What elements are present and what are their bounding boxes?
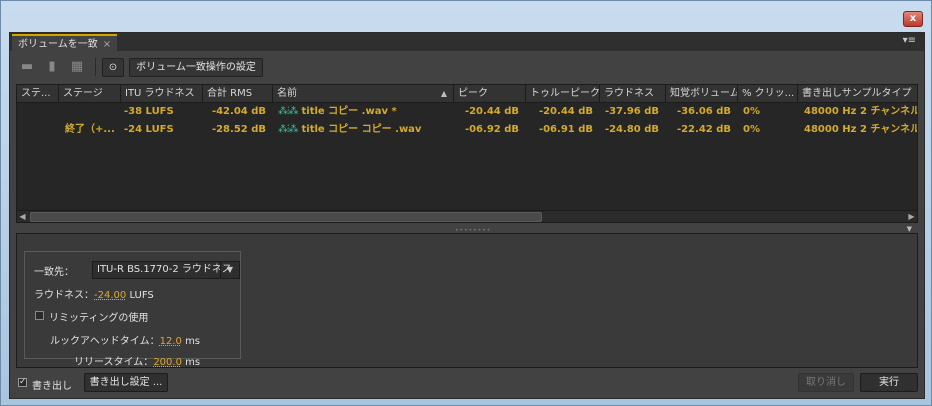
loudness-scan-icon[interactable]: ⊙ [102, 58, 124, 77]
application-window: x ボリュームを一致 × ▾≡ ▬ ▮ ▦ ⊙ ボリューム一致操作の設定 ステ..… [0, 0, 932, 406]
cell-true-peak: -20.44 dB [538, 106, 593, 117]
release-unit: ms [185, 357, 201, 368]
table-header: ステ... ステージ ITU ラウドネス 合計 RMS 名前 ▲ ピーク トゥル… [17, 85, 917, 103]
match-settings-button[interactable]: ボリューム一致操作の設定 [129, 58, 263, 77]
cell-perceived: -22.42 dB [676, 124, 731, 135]
col-stage[interactable]: ステージ [58, 85, 120, 102]
window-close-button[interactable]: x [903, 11, 923, 27]
cell-loudness: -37.96 dB [604, 106, 659, 117]
lookahead-unit: ms [185, 336, 201, 347]
col-loudness[interactable]: ラウドネス [599, 85, 665, 102]
cell-stage: 終了（+... [65, 124, 115, 135]
cancel-button[interactable]: 取り消し [798, 373, 854, 392]
lookahead-value-scrubber[interactable]: 12.0 [160, 336, 182, 347]
cell-perceived: -36.06 dB [676, 106, 731, 117]
horizontal-scrollbar[interactable]: ◀ ▶ [17, 210, 917, 222]
tab-close-icon[interactable]: × [103, 39, 111, 50]
toolbar: ▬ ▮ ▦ ⊙ ボリューム一致操作の設定 [10, 55, 924, 79]
col-clip-percent[interactable]: % クリッ... [737, 85, 797, 102]
cell-rms: -42.04 dB [211, 106, 266, 117]
export-label: 書き出し [32, 381, 72, 392]
col-itu-loudness[interactable]: ITU ラウドネス [120, 85, 202, 102]
cell-status [17, 103, 58, 121]
tab-match-volume[interactable]: ボリュームを一致 × [12, 34, 118, 51]
cell-name: ⁂⫶⁂ title コピー コピー .wav [272, 121, 453, 139]
settings-pane: 一致先： ITU-R BS.1770-2 ラウドネス ▼ ラウドネス：-24.0… [16, 233, 918, 368]
scrollbar-thumb[interactable] [30, 212, 542, 222]
collapse-arrow-icon[interactable]: ▼ [907, 225, 912, 233]
export-settings-button[interactable]: 書き出し設定 ... [84, 373, 168, 392]
panel-splitter[interactable]: •••••••• ▼ [10, 225, 924, 234]
delete-all-icon[interactable]: ▦ [68, 59, 86, 75]
col-export-sample-type[interactable]: 書き出しサンプルタイプ [797, 85, 917, 102]
cell-clip: 0% [743, 124, 760, 135]
loudness-row: ラウドネス：-24.00 LUFS [34, 286, 154, 301]
release-value-scrubber[interactable]: 200.0 [153, 357, 182, 368]
waveform-icon: ⁂⫶⁂ [278, 106, 298, 117]
cell-itu: -24 LUFS [124, 124, 174, 135]
cell-peak: -06.92 dB [464, 124, 519, 135]
chevron-down-icon[interactable]: ▼ [220, 262, 239, 278]
lookahead-row: ルックアヘッドタイム：12.0 ms [50, 332, 200, 347]
trash-icon[interactable]: ▮ [43, 59, 61, 75]
col-name-label: 名前 [277, 88, 297, 99]
table-row[interactable]: 終了（+... -24 LUFS -28.52 dB ⁂⫶⁂ title コピー … [17, 121, 917, 139]
toolbar-divider [95, 58, 96, 76]
cell-status [17, 121, 58, 139]
cell-stage [61, 103, 120, 121]
release-label: リリースタイム： [74, 357, 154, 368]
col-status[interactable]: ステ... [17, 85, 58, 102]
cell-clip: 0% [743, 106, 760, 117]
col-name[interactable]: 名前 ▲ [272, 85, 453, 102]
scroll-left-icon[interactable]: ◀ [17, 211, 28, 222]
cell-sample-type: 48000 Hz 2 チャンネル、 [804, 124, 918, 135]
col-peak[interactable]: ピーク [453, 85, 525, 102]
cell-loudness: -24.80 dB [604, 124, 659, 135]
cell-true-peak: -06.91 dB [538, 124, 593, 135]
folder-icon[interactable]: ▬ [18, 59, 36, 75]
loudness-value-scrubber[interactable]: -24.00 [94, 290, 126, 301]
match-settings-group: 一致先： ITU-R BS.1770-2 ラウドネス ▼ ラウドネス：-24.0… [24, 251, 241, 368]
lookahead-label: ルックアヘッドタイム： [50, 336, 160, 347]
col-total-rms[interactable]: 合計 RMS [202, 85, 272, 102]
panel-tabbar: ボリュームを一致 × ▾≡ [10, 33, 924, 51]
waveform-icon: ⁂⫶⁂ [278, 124, 298, 135]
match-to-dropdown[interactable]: ITU-R BS.1770-2 ラウドネス ▼ [92, 261, 240, 279]
col-true-peak[interactable]: トゥルーピーク [525, 85, 599, 102]
export-checkbox[interactable]: ✓ [18, 378, 27, 387]
match-to-value: ITU-R BS.1770-2 ラウドネス [97, 264, 232, 275]
match-volume-panel: ボリュームを一致 × ▾≡ ▬ ▮ ▦ ⊙ ボリューム一致操作の設定 ステ... … [9, 32, 925, 399]
cell-peak: -20.44 dB [464, 106, 519, 117]
loudness-unit: LUFS [129, 290, 154, 301]
cell-rms: -28.52 dB [211, 124, 266, 135]
cell-name-text: title コピー コピー .wav [301, 124, 422, 135]
limiting-label: リミッティングの使用 [49, 313, 149, 324]
sort-ascending-icon: ▲ [440, 89, 447, 98]
cell-name-text: title コピー .wav * [301, 106, 397, 117]
file-list-table: ステ... ステージ ITU ラウドネス 合計 RMS 名前 ▲ ピーク トゥル… [16, 84, 918, 223]
cell-sample-type: 48000 Hz 2 チャンネル、 [804, 106, 918, 117]
cell-name: ⁂⫶⁂ title コピー .wav * [272, 103, 453, 121]
match-to-label: 一致先： [34, 267, 74, 278]
cell-itu: -38 LUFS [124, 106, 174, 117]
col-perceived-volume[interactable]: 知覚ボリューム [665, 85, 737, 102]
scroll-right-icon[interactable]: ▶ [906, 211, 917, 222]
table-row[interactable]: -38 LUFS -42.04 dB ⁂⫶⁂ title コピー .wav * -… [17, 103, 917, 121]
tab-label: ボリュームを一致 [18, 39, 98, 50]
run-button[interactable]: 実行 [860, 373, 918, 392]
loudness-label: ラウドネス： [34, 290, 94, 301]
limiting-checkbox[interactable] [35, 311, 44, 320]
release-row: リリースタイム：200.0 ms [74, 353, 200, 368]
panel-menu-icon[interactable]: ▾≡ [903, 35, 916, 46]
